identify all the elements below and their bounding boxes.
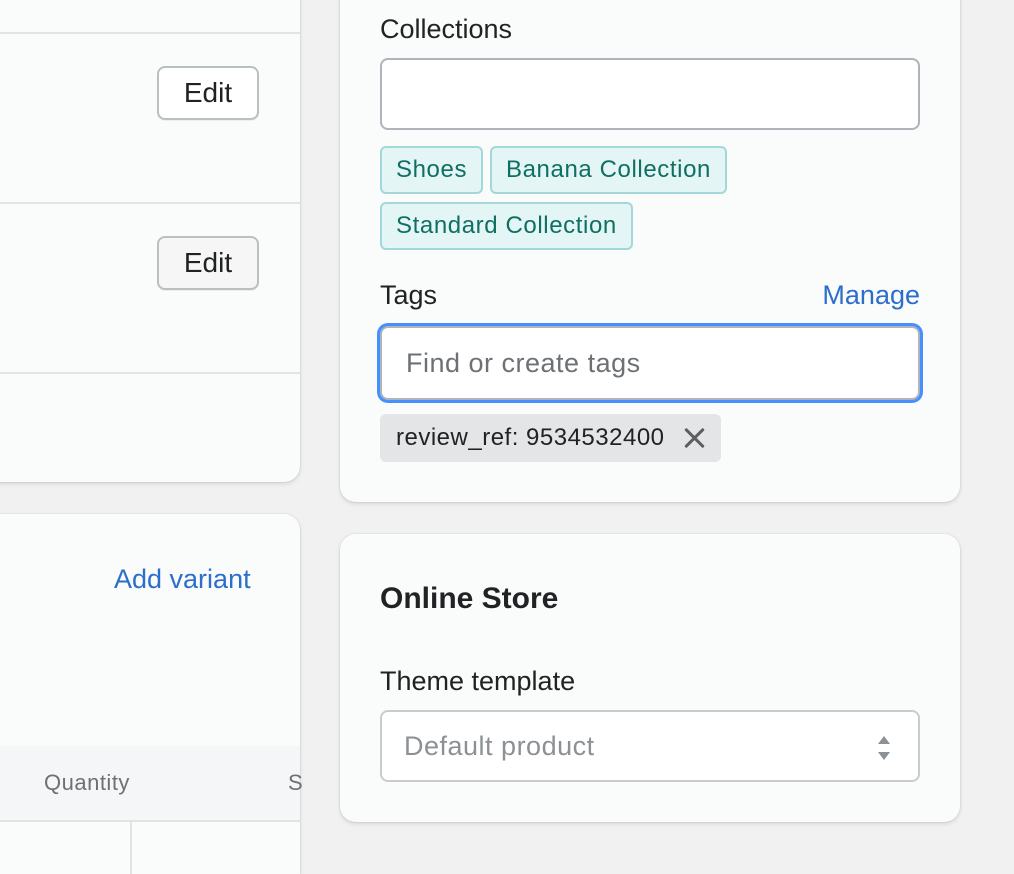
theme-template-select[interactable]: Default product [380,710,920,782]
theme-template-value: Default product [404,730,595,761]
row-divider [0,202,300,204]
remove-tag-icon[interactable] [683,427,705,449]
variants-table-header: Quantity S [0,746,304,822]
select-arrows-icon [878,736,890,760]
variants-card: Add variant Quantity S [0,514,304,874]
row-divider [0,372,300,374]
row-divider [0,32,300,34]
collections-input[interactable] [380,58,920,130]
tags-label: Tags [380,280,438,310]
collections-label: Collections [380,14,513,44]
column-header-sku: S [288,770,304,795]
edit-button[interactable]: Edit [157,66,259,120]
tags-input[interactable]: Find or create tags [380,326,920,400]
edit-button[interactable]: Edit [157,236,259,290]
collection-chip[interactable]: Shoes [380,146,484,194]
add-variant-link[interactable]: Add variant [114,564,251,595]
cell-divider [130,820,132,874]
online-store-heading: Online Store [380,582,559,615]
manage-tags-link[interactable]: Manage [822,280,920,311]
tag-label: review_ref: 9534532400 [396,424,665,451]
online-store-card: Online Store Theme template Default prod… [340,534,960,822]
organization-card: Collections Shoes Banana Collection Stan… [340,0,960,502]
product-details-card: Edit Edit [0,0,300,482]
collection-chip[interactable]: Banana Collection [490,146,728,194]
column-header-quantity: Quantity [44,770,130,795]
tag-chip: review_ref: 9534532400 [380,414,721,462]
theme-template-label: Theme template [380,666,576,696]
collection-chip[interactable]: Standard Collection [380,202,633,250]
